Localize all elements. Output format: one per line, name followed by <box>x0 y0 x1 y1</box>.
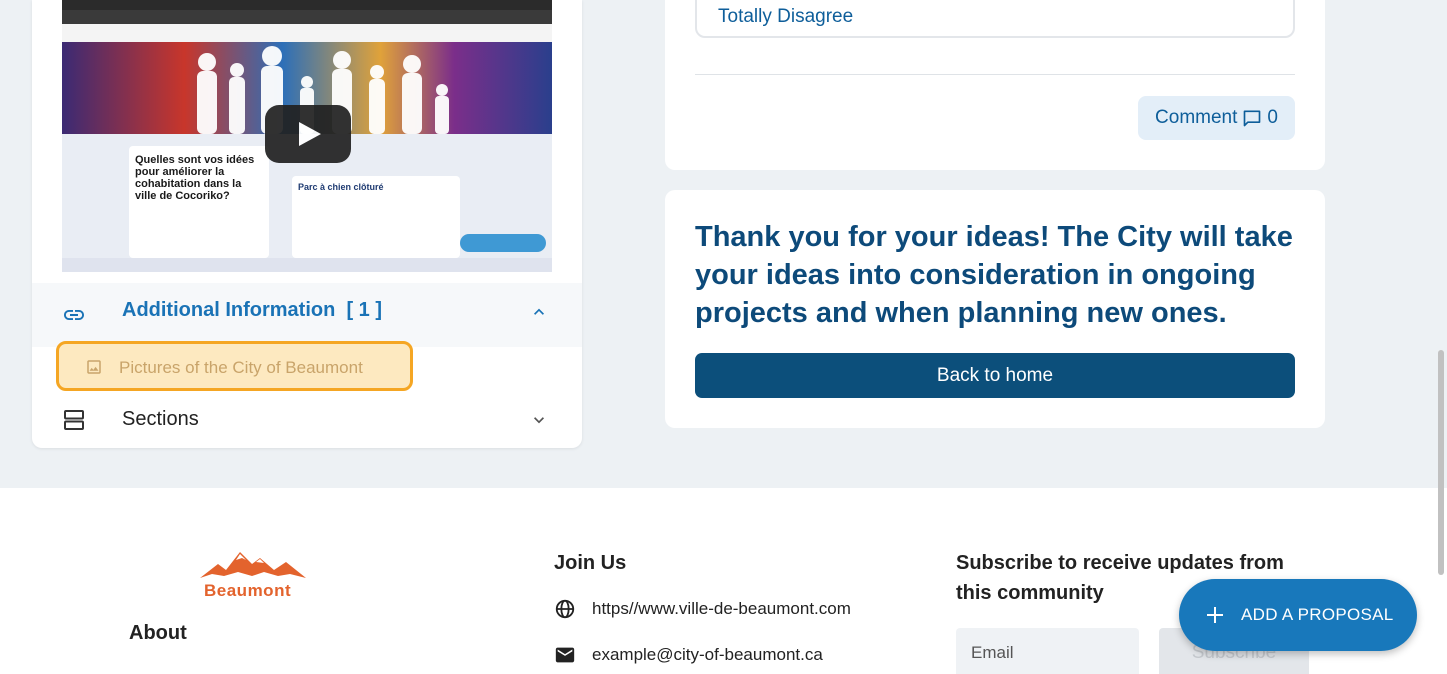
answer-option[interactable]: Totally Disagree <box>695 0 1295 38</box>
mail-icon <box>555 647 575 663</box>
video-idea-panel: Parc à chien clôturé <box>292 176 460 258</box>
video-panel-title: Parc à chien clôturé <box>298 182 384 192</box>
additional-information-toggle[interactable]: Additional Information [ 1 ] <box>32 283 582 347</box>
answer-option-label: Totally Disagree <box>718 6 854 27</box>
sections-label: Sections <box>122 408 199 430</box>
comment-button[interactable]: Comment 0 <box>1138 96 1295 140</box>
email-field[interactable] <box>956 628 1139 674</box>
chevron-up-icon <box>534 308 544 315</box>
website-url: https//www.ville-de-beaumont.com <box>592 599 851 618</box>
play-button[interactable] <box>265 105 351 163</box>
email-link[interactable]: example@city-of-beaumont.ca <box>554 644 823 666</box>
video-question-text: Quelles sont vos idées pour améliorer la… <box>135 154 255 202</box>
sections-toggle[interactable]: Sections <box>32 396 582 444</box>
add-proposal-button[interactable]: ADD A PROPOSAL <box>1179 579 1417 651</box>
comment-count: 0 <box>1267 107 1278 128</box>
pictures-link[interactable]: Pictures of the City of Beaumont <box>56 341 413 391</box>
pictures-link-label: Pictures of the City of Beaumont <box>119 358 363 377</box>
website-link[interactable]: https//www.ville-de-beaumont.com <box>554 598 851 620</box>
sections-icon <box>64 410 84 430</box>
comment-button-label: Comment <box>1155 107 1238 128</box>
video-question-panel: Quelles sont vos idées pour améliorer la… <box>129 146 269 258</box>
join-us-heading: Join Us <box>554 552 627 574</box>
scrollbar[interactable] <box>1438 350 1444 575</box>
link-icon <box>64 310 84 320</box>
email-address: example@city-of-beaumont.ca <box>592 645 823 664</box>
back-to-home-button[interactable]: Back to home <box>695 353 1295 398</box>
comment-icon <box>1244 110 1261 127</box>
add-proposal-label: ADD A PROPOSAL <box>1241 605 1394 624</box>
video-embed[interactable]: Quelles sont vos idées pour améliorer la… <box>62 0 552 272</box>
chevron-down-icon <box>534 417 544 424</box>
thank-you-card: Thank you for your ideas! The City will … <box>665 190 1325 428</box>
image-icon <box>87 360 101 374</box>
additional-information-count: [ 1 ] <box>346 299 382 321</box>
globe-icon <box>555 599 575 619</box>
about-heading: About <box>129 622 187 644</box>
plus-icon <box>1207 607 1223 623</box>
thank-you-message: Thank you for your ideas! The City will … <box>695 221 1293 329</box>
logo-text: Beaumont <box>204 581 292 600</box>
survey-question-card: Totally Disagree Comment 0 <box>665 0 1325 170</box>
video-overlay-controls <box>460 234 546 252</box>
left-panel: Quelles sont vos idées pour améliorer la… <box>32 0 582 448</box>
additional-information-label: Additional Information <box>122 299 336 321</box>
divider <box>695 74 1295 75</box>
